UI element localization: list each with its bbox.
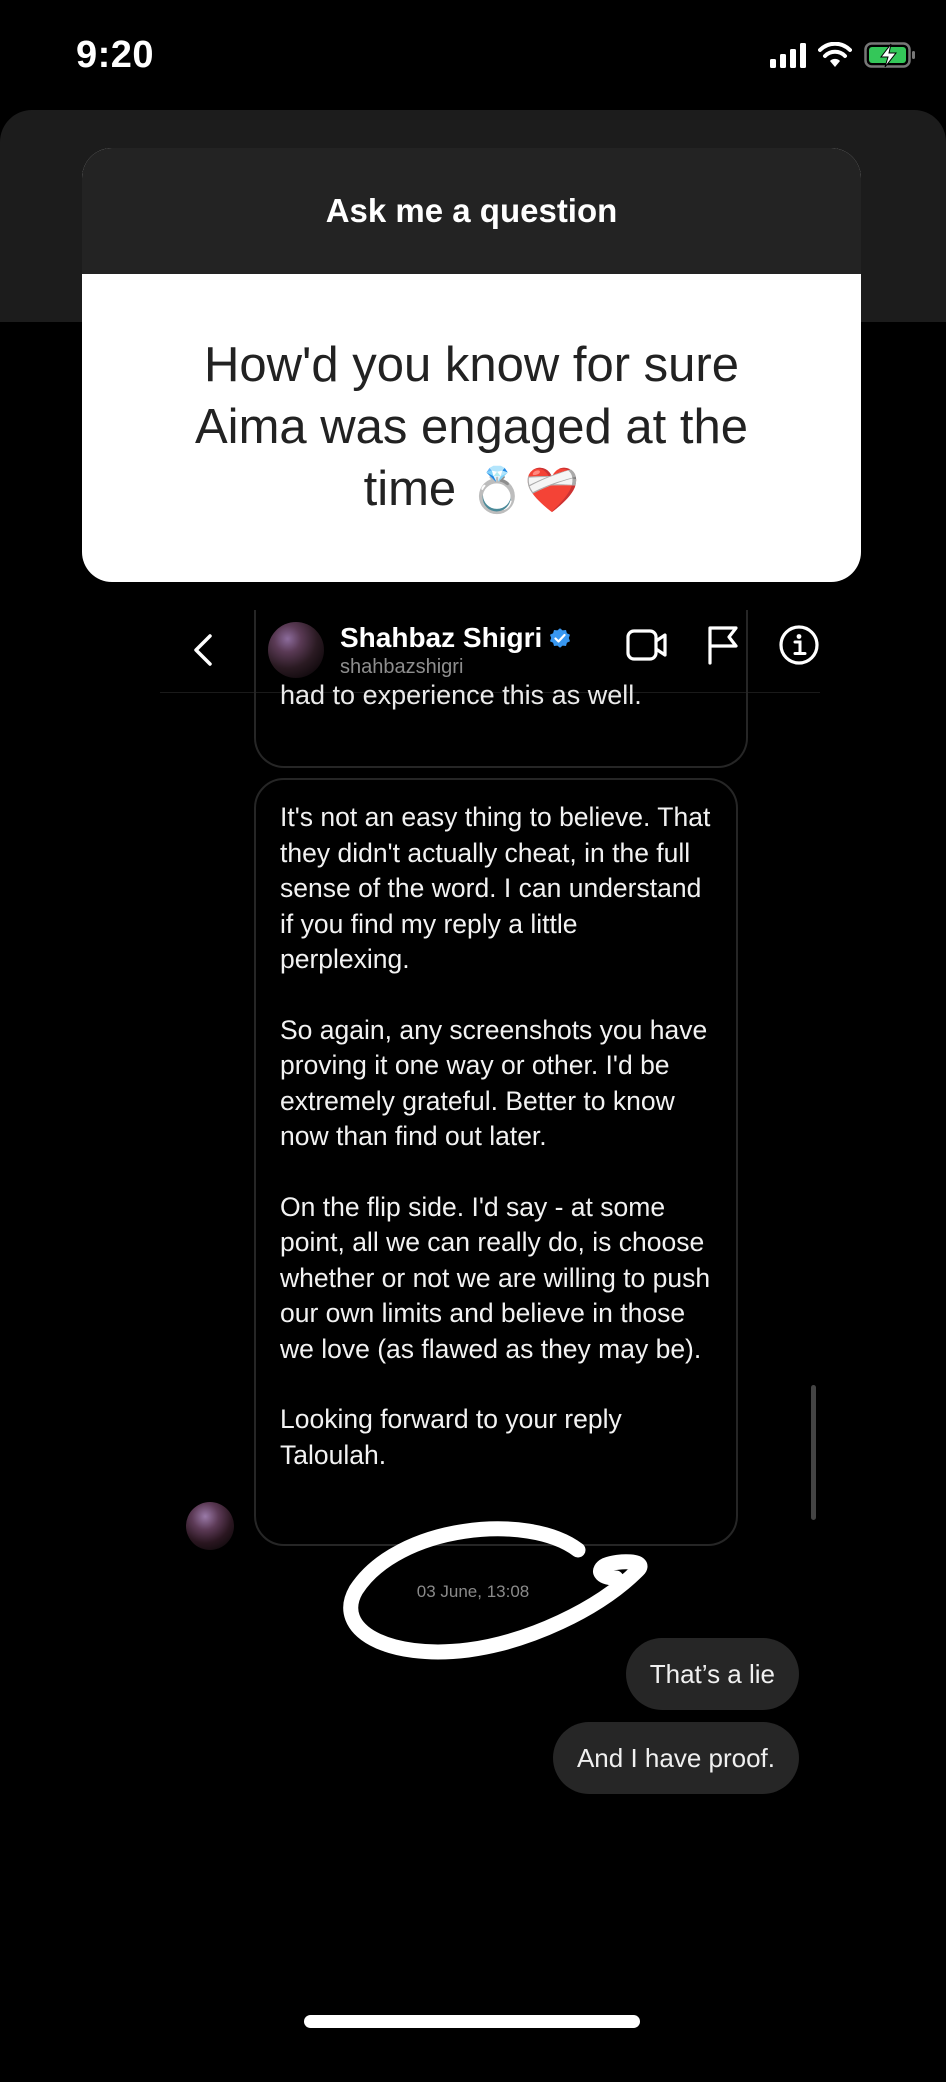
question-sticker: Ask me a question How'd you know for sur… (82, 148, 861, 582)
battery-charging-icon (864, 42, 915, 68)
message-timestamp: 03 June, 13:08 (416, 1582, 530, 1601)
back-icon[interactable] (184, 630, 224, 670)
question-sticker-title: Ask me a question (325, 192, 618, 229)
info-icon[interactable] (778, 624, 820, 666)
scrollbar[interactable] (811, 1385, 816, 1520)
status-icons (770, 42, 916, 68)
sender-avatar[interactable] (186, 1502, 234, 1550)
message-text: had to experience this as well. (280, 680, 642, 710)
message-bubble-outgoing[interactable]: And I have proof. (552, 1722, 799, 1794)
wifi-icon (818, 42, 852, 67)
message-paragraph: Looking forward to your reply Taloulah. (280, 1404, 622, 1470)
message-bubble-incoming[interactable]: It's not an easy thing to believe. That … (254, 778, 738, 1546)
question-sticker-body: How'd you know for sure Aima was engaged… (82, 274, 861, 582)
question-sticker-header: Ask me a question (82, 148, 861, 274)
ring-and-mending-heart-emoji: 💍❤️‍🩹 (469, 466, 580, 515)
message-paragraph: It's not an easy thing to believe. That … (280, 802, 711, 974)
status-time: 9:20 (76, 34, 155, 76)
message-bubble-outgoing[interactable]: That’s a lie (625, 1638, 799, 1710)
message-paragraph: On the flip side. I'd say - at some poin… (280, 1191, 711, 1364)
message-bubble-incoming-partial: had to experience this as well. (254, 610, 748, 768)
home-indicator[interactable] (304, 2015, 640, 2028)
message-paragraph: So again, any screenshots you have provi… (280, 1014, 708, 1152)
cellular-signal-icon (770, 42, 806, 68)
